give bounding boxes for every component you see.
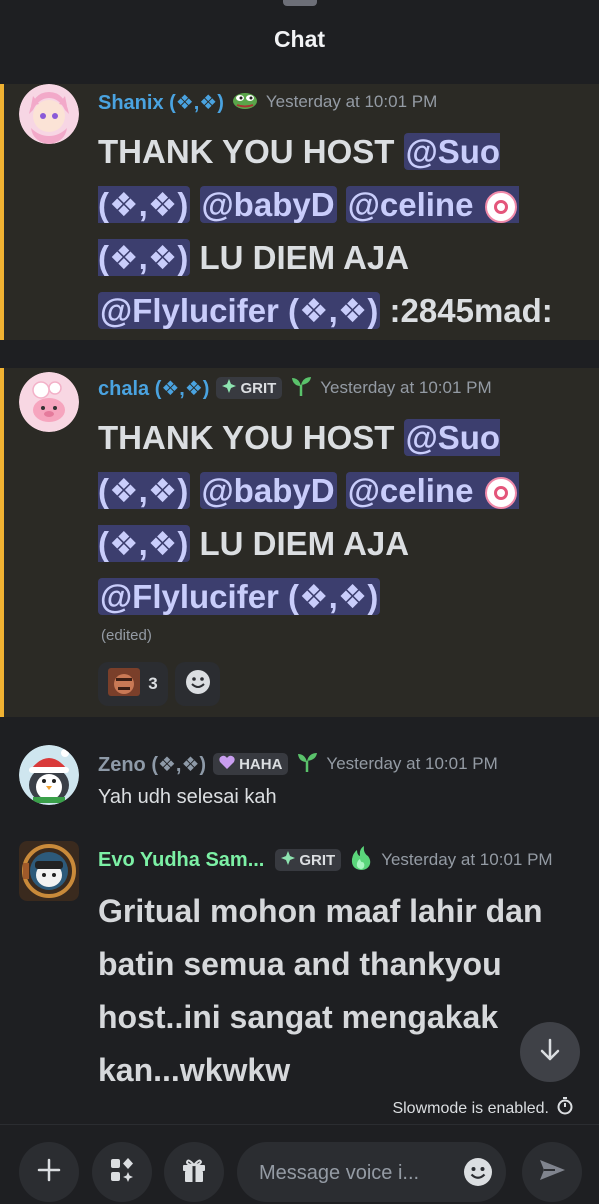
diamond-tag-icon xyxy=(281,851,296,869)
guild-tag[interactable]: GRIT xyxy=(275,849,342,871)
mention[interactable]: @Flylucifer (❖,❖) xyxy=(98,578,381,615)
reaction-pill[interactable]: 3 xyxy=(98,662,168,706)
timestamp: Yesterday at 10:01 PM xyxy=(326,754,498,773)
mention[interactable]: @Flylucifer (❖,❖) xyxy=(98,292,381,329)
message-shanix[interactable]: Shanix (❖,❖) Yesterday at 10:01 PM THANK… xyxy=(0,84,599,340)
message-zeno[interactable]: Zeno (❖,❖) HAHA Yesterday at 10:01 PM Ya… xyxy=(0,745,599,815)
message-text: Gritual mohon maaf lahir dan batin semua… xyxy=(98,893,543,1088)
message-evo[interactable]: Evo Yudha Sam... GRIT Yesterday at 10:01… xyxy=(0,841,599,1091)
apps-icon xyxy=(108,1156,136,1189)
message-header: Evo Yudha Sam... GRIT Yesterday at 10:01… xyxy=(98,845,553,875)
narutomaki-emoji-icon xyxy=(484,477,517,510)
timestamp: Yesterday at 10:01 PM xyxy=(265,92,438,111)
sprout-icon xyxy=(295,750,319,779)
gift-button[interactable] xyxy=(164,1142,224,1202)
guild-tag[interactable]: GRIT xyxy=(216,377,283,399)
add-attachment-button[interactable] xyxy=(19,1142,79,1202)
message-text: THANK YOU HOST @Suo (❖,❖) @babyD @celine… xyxy=(98,411,569,623)
timestamp: Yesterday at 10:01 PM xyxy=(320,378,492,397)
narutomaki-emoji-icon xyxy=(484,191,517,224)
message-header: Shanix (❖,❖) Yesterday at 10:01 PM xyxy=(98,87,437,117)
send-button[interactable] xyxy=(522,1142,582,1202)
gift-icon xyxy=(180,1156,208,1189)
page-title: Chat xyxy=(273,26,326,52)
heart-tag-icon xyxy=(219,755,235,773)
scroll-to-bottom-button[interactable] xyxy=(520,1022,580,1082)
username[interactable]: Evo Yudha Sam... xyxy=(98,849,264,872)
mention[interactable]: @babyD xyxy=(199,472,337,509)
timer-icon xyxy=(557,1097,573,1120)
username[interactable]: chala (❖,❖) xyxy=(98,376,209,401)
flame-icon xyxy=(348,845,374,876)
username[interactable]: Shanix (❖,❖) xyxy=(98,90,224,115)
emoji-icon[interactable] xyxy=(463,1157,493,1192)
message-header: chala (❖,❖) GRIT Yesterday at 10:01 PM xyxy=(98,373,492,403)
arrow-down-icon xyxy=(536,1036,564,1069)
header: Chat xyxy=(0,0,599,80)
edited-label: (edited) xyxy=(101,627,152,644)
username[interactable]: Zeno (❖,❖) xyxy=(98,752,206,777)
apps-button[interactable] xyxy=(92,1142,152,1202)
message-header: Zeno (❖,❖) HAHA Yesterday at 10:01 PM xyxy=(98,749,498,779)
send-icon xyxy=(537,1155,567,1190)
message-input[interactable] xyxy=(257,1142,451,1204)
avatar[interactable] xyxy=(19,745,79,805)
diamond-tag-icon xyxy=(222,379,237,397)
message-text: THANK YOU HOST @Suo (❖,❖) @babyD @celine… xyxy=(98,133,553,329)
message-chala[interactable]: chala (❖,❖) GRIT Yesterday at 10:01 PM T… xyxy=(0,368,599,717)
avatar[interactable] xyxy=(19,84,79,144)
reaction-count: 3 xyxy=(148,674,158,693)
highlight-bar xyxy=(0,368,4,717)
reaction-emoji-icon xyxy=(108,667,141,701)
highlight-bar xyxy=(0,84,4,340)
plus-icon xyxy=(36,1157,62,1188)
message-text: Yah udh selesai kah xyxy=(98,786,277,808)
composer-bar xyxy=(0,1124,599,1204)
timestamp: Yesterday at 10:01 PM xyxy=(381,850,553,869)
avatar[interactable] xyxy=(19,841,79,901)
slowmode-text: Slowmode is enabled. xyxy=(392,1099,549,1117)
avatar[interactable] xyxy=(19,372,79,432)
pepe-icon xyxy=(231,89,259,116)
emoji-icon xyxy=(185,669,211,700)
sprout-icon xyxy=(289,374,313,403)
mention[interactable]: @babyD xyxy=(199,186,337,223)
guild-tag[interactable]: HAHA xyxy=(213,753,289,775)
message-input-container[interactable] xyxy=(237,1142,506,1204)
slowmode-indicator: Slowmode is enabled. xyxy=(392,1097,573,1120)
add-reaction-button[interactable] xyxy=(175,662,220,706)
